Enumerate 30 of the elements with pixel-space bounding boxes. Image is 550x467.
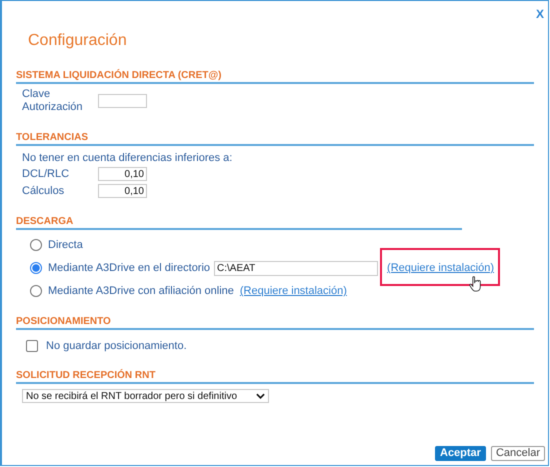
input-field[interactable]: 0,10 — [98, 184, 147, 198]
instruction-text: No tener en cuenta diferencias inferiores a: — [22, 152, 234, 164]
section-heading: TOLERANCIAS — [16, 132, 534, 146]
close-button[interactable]: X — [536, 7, 544, 21]
section-heading: DESCARGA — [16, 216, 462, 230]
dropdown[interactable]: No se recibirá el RNT borrador pero si definitivo — [22, 389, 269, 403]
field-label: Clave Autorización — [22, 88, 84, 114]
section-heading: SOLICITUD RECEPCIÓN RNT — [16, 370, 534, 384]
option-label: Mediante A3Drive con afiliación online — [48, 285, 234, 297]
chevron-down-icon — [256, 393, 265, 399]
hand-cursor-icon — [469, 276, 482, 292]
radio-button[interactable] — [30, 262, 42, 274]
radio-button[interactable] — [30, 285, 42, 297]
cancel-button[interactable]: Cancelar — [490, 446, 545, 461]
checkbox-label: No guardar posicionamiento. — [46, 340, 187, 352]
section-heading: POSICIONAMIENTO — [16, 316, 534, 330]
option-label: Directa — [48, 239, 83, 251]
dialog-title: Configuración — [28, 32, 128, 51]
install-link[interactable]: (Requiere instalación) — [240, 285, 347, 297]
input-field[interactable] — [98, 94, 147, 108]
field-label: Cálculos — [22, 185, 66, 197]
accept-button[interactable]: Aceptar — [435, 446, 486, 461]
input-field[interactable]: 0,10 — [98, 167, 147, 181]
radio-button[interactable] — [30, 239, 42, 251]
checkbox[interactable] — [26, 340, 38, 352]
install-link[interactable]: (Requiere instalación) — [387, 262, 494, 274]
path-field[interactable]: C:\AEAT — [214, 260, 378, 276]
section-heading: SISTEMA LIQUIDACIÓN DIRECTA (CRET@) — [16, 70, 534, 84]
field-label: DCL/RLC — [22, 168, 70, 180]
option-label: Mediante A3Drive en el directorio — [48, 262, 210, 274]
